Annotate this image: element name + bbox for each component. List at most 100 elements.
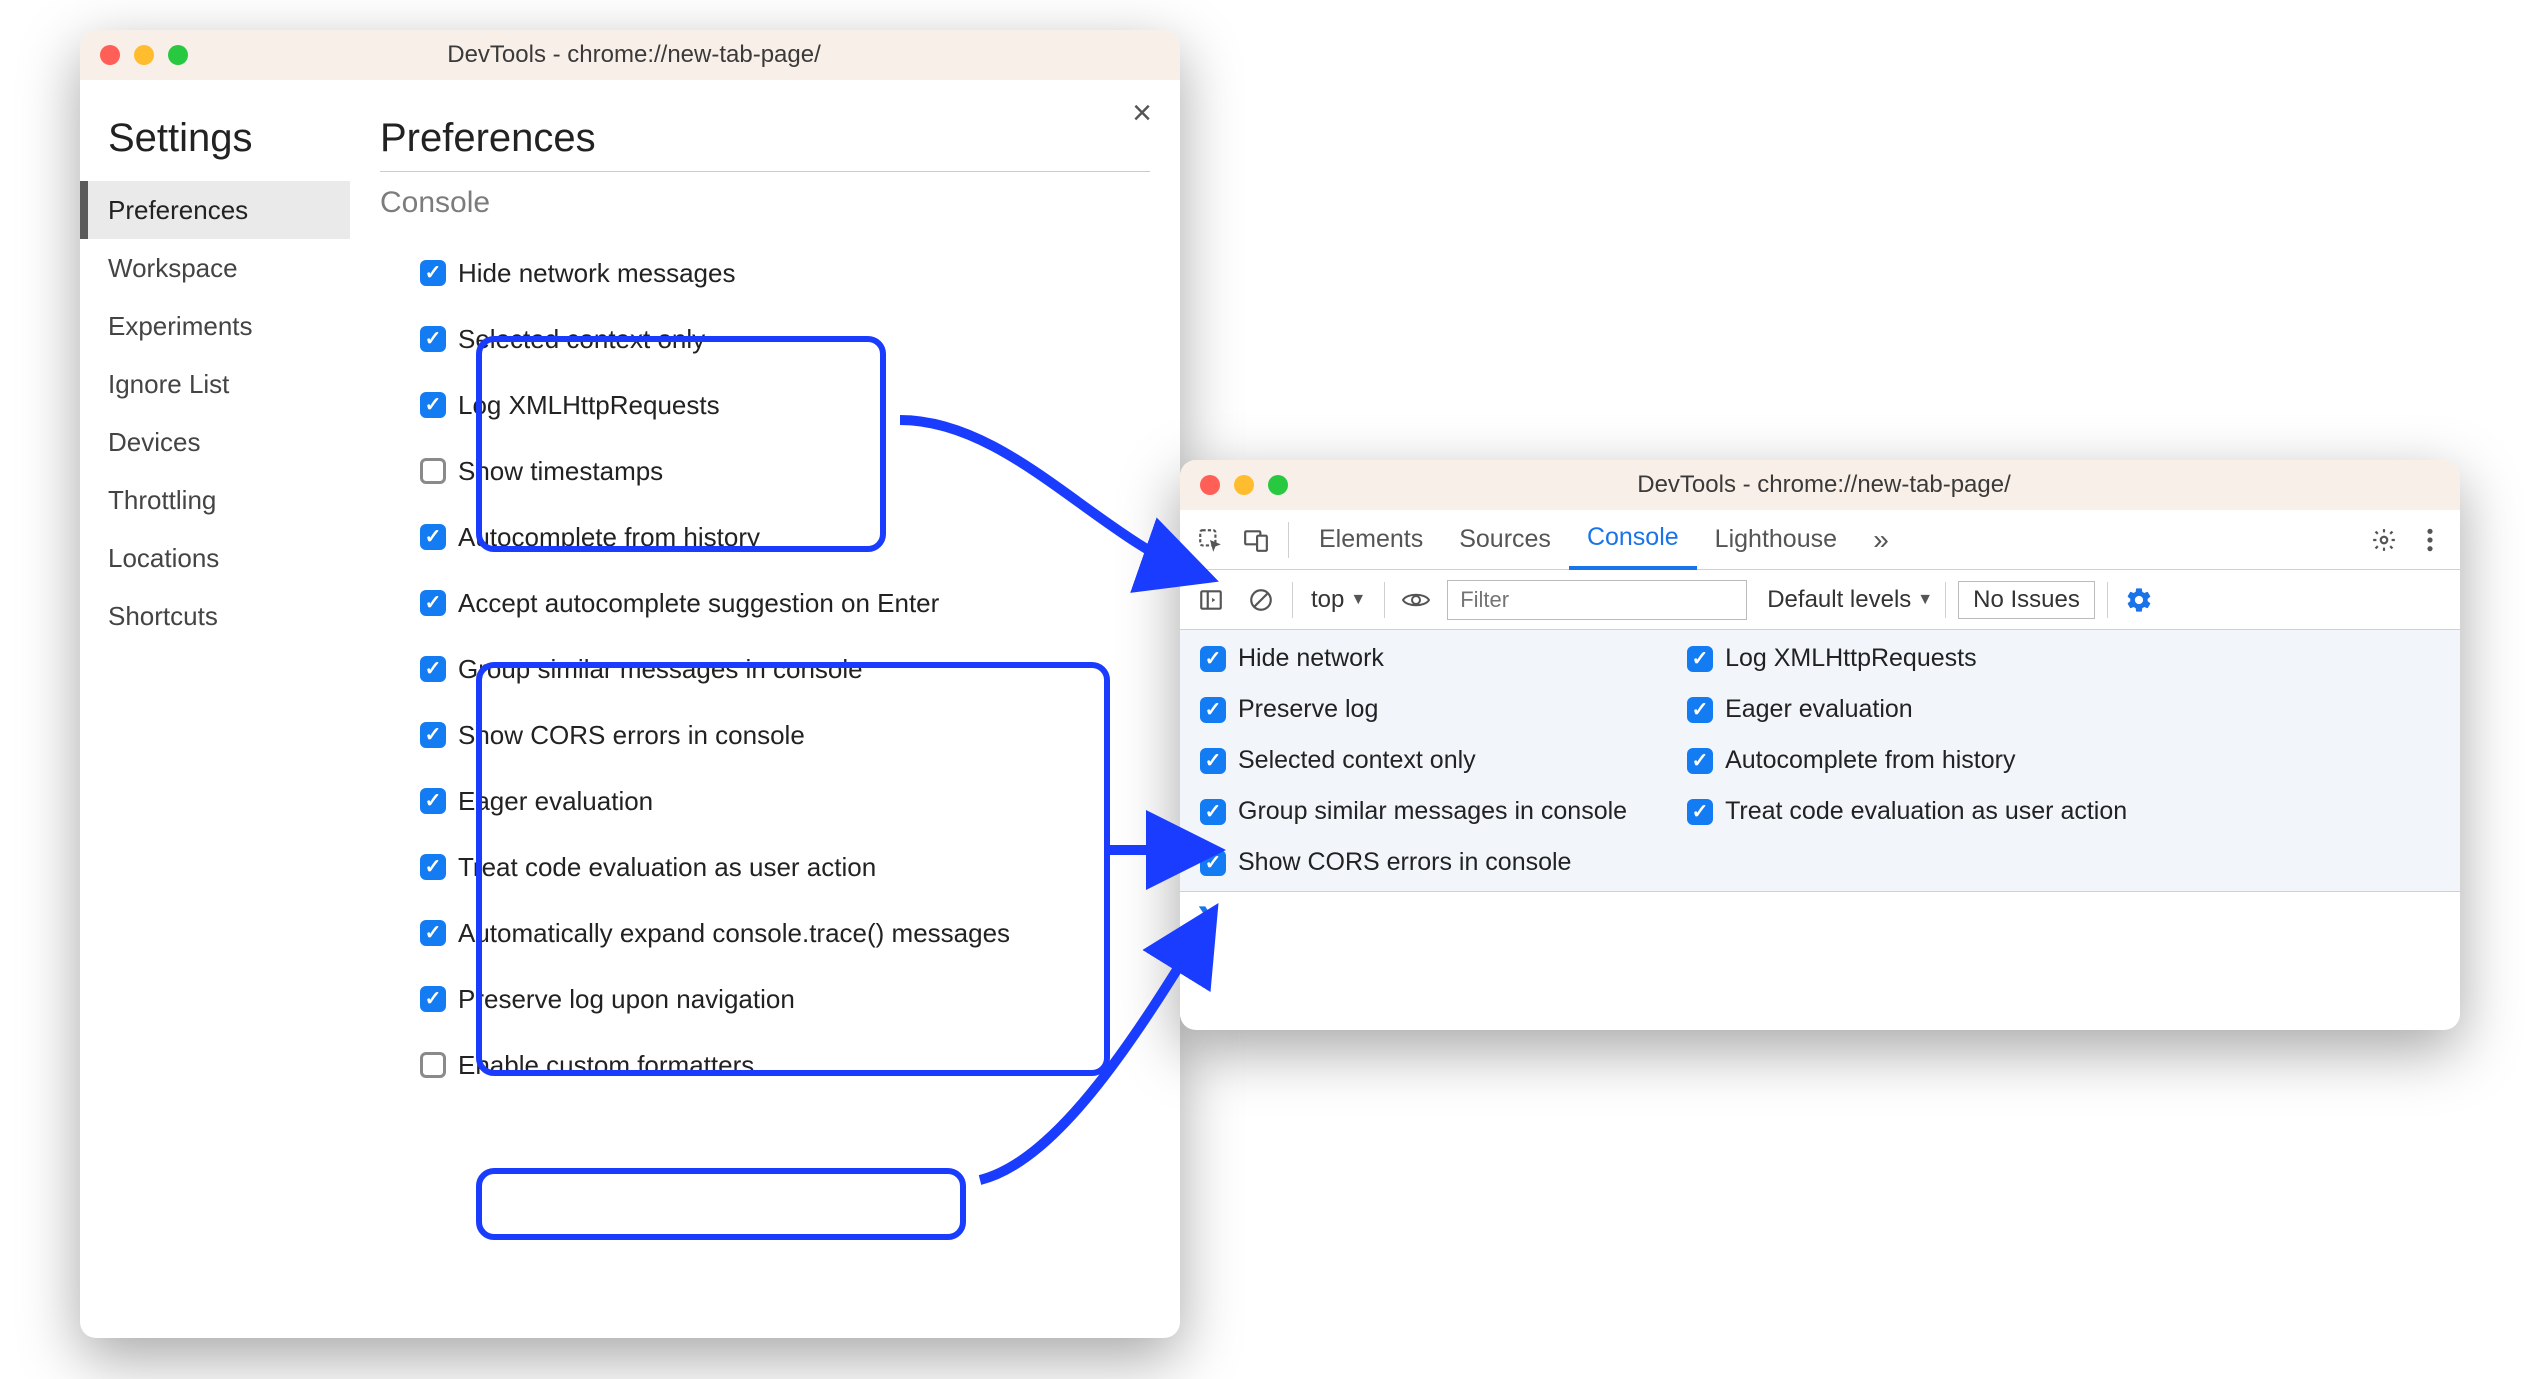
option-label: Log XMLHttpRequests (458, 390, 720, 421)
pref-option[interactable]: Automatically expand console.trace() mes… (420, 900, 1150, 966)
checkbox-icon[interactable] (420, 458, 446, 484)
more-tabs-icon[interactable]: » (1861, 520, 1901, 560)
pref-option[interactable]: Log XMLHttpRequests (420, 372, 1150, 438)
console-settings-panel: Hide network Preserve log Selected context… (1180, 630, 2460, 892)
close-icon[interactable]: × (1132, 94, 1152, 133)
minimize-dot[interactable] (134, 45, 154, 65)
console-option[interactable]: Group similar messages in console (1200, 797, 1627, 826)
checkbox-icon[interactable] (1200, 850, 1226, 876)
pref-option[interactable]: Show timestamps (420, 438, 1150, 504)
checkbox-icon[interactable] (1687, 748, 1713, 774)
checkbox-icon[interactable] (420, 656, 446, 682)
checkbox-icon[interactable] (1200, 748, 1226, 774)
console-option[interactable]: Selected context only (1200, 746, 1627, 775)
inspect-icon[interactable] (1190, 520, 1230, 560)
option-label: Preserve log upon navigation (458, 984, 795, 1015)
checkbox-icon[interactable] (420, 1052, 446, 1078)
sidebar-item-label: Devices (108, 427, 200, 458)
sidebar-item-label: Throttling (108, 485, 216, 516)
sidebar-item-locations[interactable]: Locations (80, 529, 350, 587)
context-selector[interactable]: top ▼ (1305, 586, 1372, 614)
settings-heading: Settings (108, 116, 350, 161)
console-prompt[interactable]: ❯ (1180, 892, 2460, 942)
sidebar-item-throttling[interactable]: Throttling (80, 471, 350, 529)
checkbox-icon[interactable] (1687, 646, 1713, 672)
device-toolbar-icon[interactable] (1236, 520, 1276, 560)
sidebar-item-experiments[interactable]: Experiments (80, 297, 350, 355)
levels-selector[interactable]: Default levels ▼ (1767, 586, 1933, 614)
option-label: Show timestamps (458, 456, 663, 487)
sidebar-item-devices[interactable]: Devices (80, 413, 350, 471)
checkbox-icon[interactable] (1687, 697, 1713, 723)
pref-option[interactable]: Preserve log upon navigation (420, 966, 1150, 1032)
tab-elements[interactable]: Elements (1301, 510, 1441, 570)
zoom-dot[interactable] (168, 45, 188, 65)
clear-console-icon[interactable] (1242, 581, 1280, 619)
checkbox-icon[interactable] (420, 590, 446, 616)
pref-option[interactable]: Show CORS errors in console (420, 702, 1150, 768)
checkbox-icon[interactable] (420, 392, 446, 418)
sidebar-item-ignore-list[interactable]: Ignore List (80, 355, 350, 413)
option-label: Selected context only (1238, 746, 1476, 775)
option-label: Treat code evaluation as user action (1725, 797, 2127, 826)
close-dot[interactable] (1200, 475, 1220, 495)
option-label: Autocomplete from history (1725, 746, 2015, 775)
checkbox-icon[interactable] (1200, 646, 1226, 672)
checkbox-icon[interactable] (1687, 799, 1713, 825)
checkbox-icon[interactable] (1200, 697, 1226, 723)
sidebar-item-label: Locations (108, 543, 219, 574)
sidebar-toggle-icon[interactable] (1192, 581, 1230, 619)
option-label: Preserve log (1238, 695, 1378, 724)
zoom-dot[interactable] (1268, 475, 1288, 495)
issues-button[interactable]: No Issues (1958, 581, 2095, 619)
sidebar-item-label: Ignore List (108, 369, 229, 400)
pref-option[interactable]: Selected context only (420, 306, 1150, 372)
pref-option[interactable]: Accept autocomplete suggestion on Enter (420, 570, 1150, 636)
eye-icon[interactable] (1397, 581, 1435, 619)
close-dot[interactable] (100, 45, 120, 65)
prompt-caret-icon: ❯ (1196, 903, 1216, 932)
console-option[interactable]: Hide network (1200, 644, 1627, 673)
console-option[interactable]: Eager evaluation (1687, 695, 2127, 724)
checkbox-icon[interactable] (420, 260, 446, 286)
console-option[interactable]: Autocomplete from history (1687, 746, 2127, 775)
console-window: DevTools - chrome://new-tab-page/ Elemen… (1180, 460, 2460, 1030)
option-label: Hide network messages (458, 258, 735, 289)
option-label: Group similar messages in console (458, 654, 863, 685)
settings-gear-icon[interactable] (2364, 520, 2404, 560)
option-label: Automatically expand console.trace() mes… (458, 918, 1010, 949)
checkbox-icon[interactable] (420, 524, 446, 550)
checkbox-icon[interactable] (420, 326, 446, 352)
kebab-icon[interactable] (2410, 520, 2450, 560)
checkbox-icon[interactable] (420, 986, 446, 1012)
pref-option[interactable]: Hide network messages (420, 240, 1150, 306)
checkbox-icon[interactable] (420, 920, 446, 946)
console-option[interactable]: Treat code evaluation as user action (1687, 797, 2127, 826)
option-label: Log XMLHttpRequests (1725, 644, 1977, 673)
minimize-dot[interactable] (1234, 475, 1254, 495)
console-settings-gear-icon[interactable] (2120, 581, 2158, 619)
checkbox-icon[interactable] (420, 854, 446, 880)
console-option[interactable]: Preserve log (1200, 695, 1627, 724)
checkbox-icon[interactable] (420, 722, 446, 748)
checkbox-icon[interactable] (420, 788, 446, 814)
pref-option[interactable]: Group similar messages in console (420, 636, 1150, 702)
console-option[interactable]: Log XMLHttpRequests (1687, 644, 2127, 673)
sidebar-item-preferences[interactable]: Preferences (80, 181, 350, 239)
pref-option[interactable]: Enable custom formatters (420, 1032, 1150, 1098)
caret-down-icon: ▼ (1917, 591, 1933, 609)
console-option[interactable]: Show CORS errors in console (1200, 848, 1627, 877)
tab-sources[interactable]: Sources (1441, 510, 1569, 570)
option-label: Autocomplete from history (458, 522, 760, 553)
section-label: Console (380, 186, 1150, 220)
pref-option[interactable]: Eager evaluation (420, 768, 1150, 834)
pref-option[interactable]: Autocomplete from history (420, 504, 1150, 570)
filter-input[interactable] (1447, 580, 1747, 620)
pref-option[interactable]: Treat code evaluation as user action (420, 834, 1150, 900)
sidebar-item-label: Shortcuts (108, 601, 218, 632)
sidebar-item-shortcuts[interactable]: Shortcuts (80, 587, 350, 645)
checkbox-icon[interactable] (1200, 799, 1226, 825)
tab-lighthouse[interactable]: Lighthouse (1697, 510, 1855, 570)
sidebar-item-workspace[interactable]: Workspace (80, 239, 350, 297)
tab-console[interactable]: Console (1569, 510, 1697, 570)
